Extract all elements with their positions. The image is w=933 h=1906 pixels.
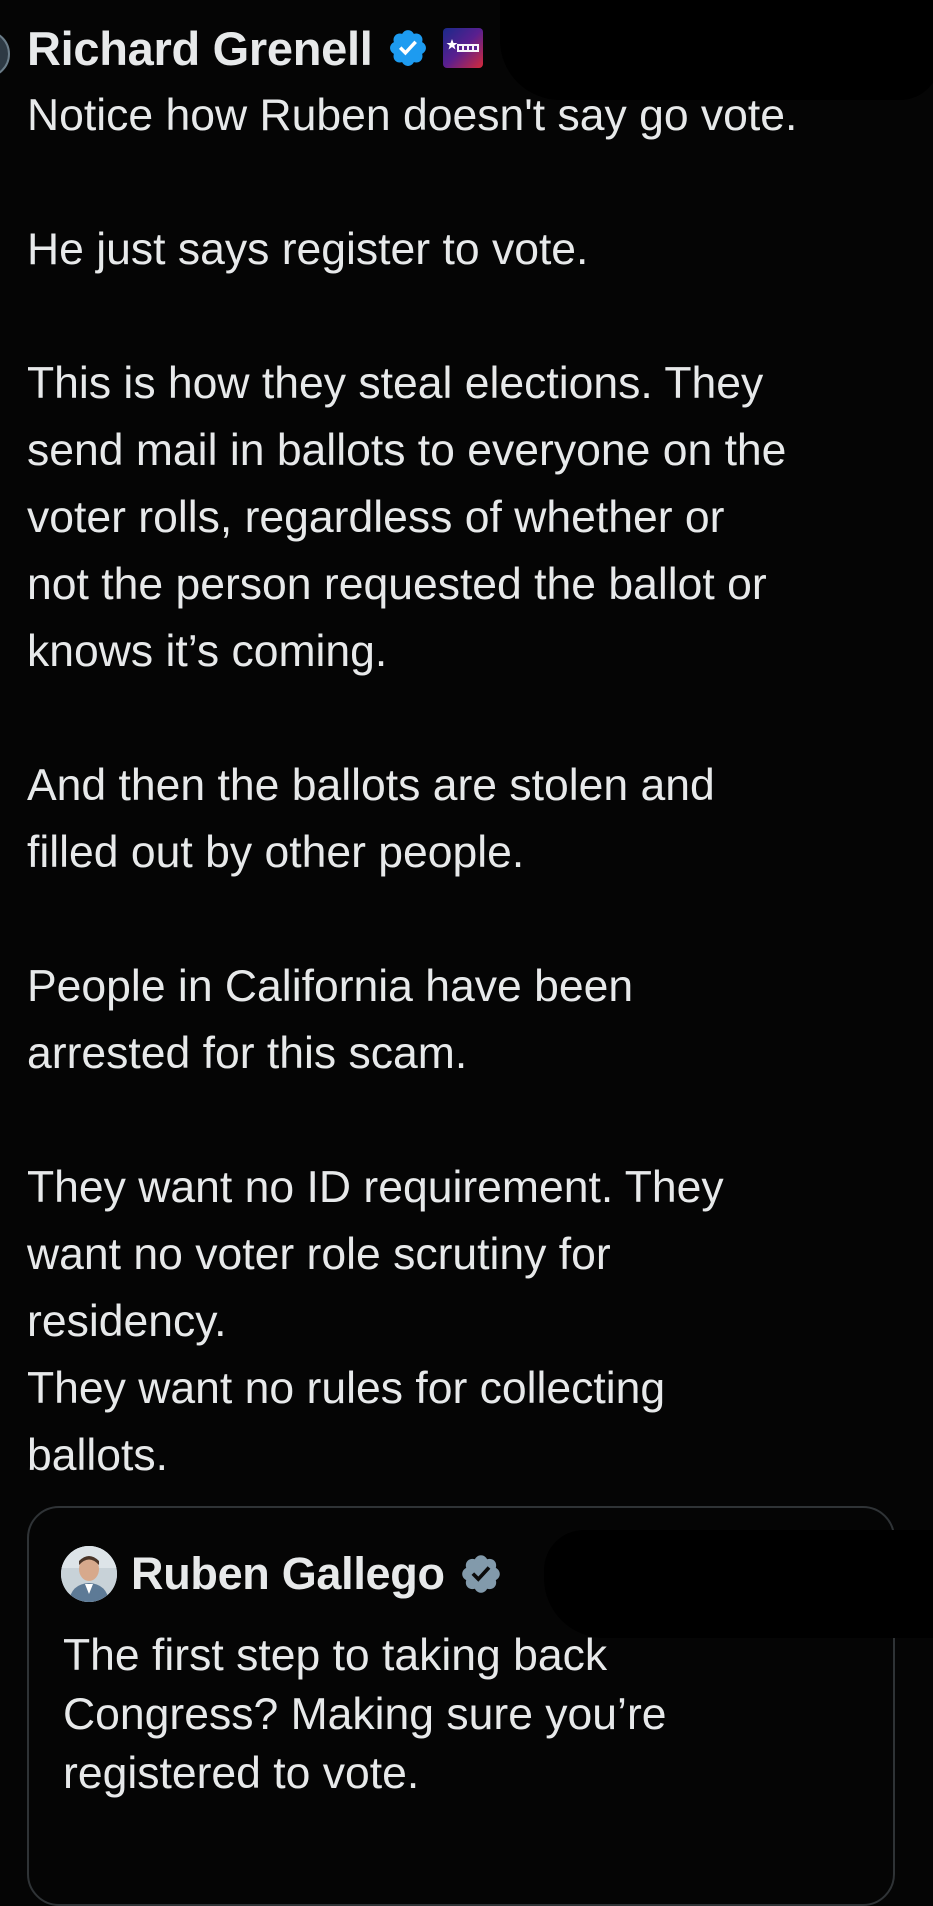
tweet-line: residency.	[27, 1297, 227, 1346]
quoted-author-name[interactable]: Ruben Gallego	[131, 1548, 445, 1600]
tweet-line: This is how they steal elections. They	[27, 359, 764, 408]
verified-badge-icon[interactable]	[459, 1552, 503, 1596]
tweet-line: ballots.	[27, 1431, 168, 1480]
quoted-tweet-card[interactable]: Ruben Gallego The first step to taking b…	[27, 1506, 933, 1906]
quoted-tweet-line: Congress? Making sure you’re	[63, 1690, 667, 1739]
tweet-line: People in California have been	[27, 962, 634, 1011]
redaction-mark	[544, 1530, 933, 1638]
tweet-line: They want no rules for collecting	[27, 1364, 666, 1413]
tweet-line: filled out by other people.	[27, 828, 525, 877]
tweet-paragraph: This is how they steal elections. They s…	[27, 350, 907, 685]
verified-badge-icon[interactable]	[387, 27, 429, 69]
quoted-tweet-header: Ruben Gallego	[61, 1544, 503, 1604]
author-avatar[interactable]	[0, 30, 10, 78]
tweet-paragraph: Notice how Ruben doesn't say go vote.	[27, 82, 907, 149]
tweet-line: Notice how Ruben doesn't say go vote.	[27, 91, 798, 140]
cpac-badge-icon[interactable]	[442, 28, 483, 68]
tweet-line: He just says register to vote.	[27, 225, 589, 274]
tweet-paragraph: People in California have been arrested …	[27, 953, 907, 1087]
tweet-line: send mail in ballots to everyone on the	[27, 426, 787, 475]
tweet-paragraph: He just says register to vote.	[27, 216, 907, 283]
tweet-line: arrested for this scam.	[27, 1029, 468, 1078]
tweet-header: Richard Grenell	[27, 18, 483, 78]
tweet-line: knows it’s coming.	[27, 627, 388, 676]
quoted-author-avatar[interactable]	[61, 1546, 117, 1602]
tweet-line: And then the ballots are stolen and	[27, 761, 715, 810]
quoted-tweet-line: registered to vote.	[63, 1749, 420, 1798]
tweet-line: They want no ID requirement. They	[27, 1163, 724, 1212]
tweet-paragraph: They want no ID requirement. They want n…	[27, 1154, 907, 1489]
tweet-line: not the person requested the ballot or	[27, 560, 767, 609]
quoted-tweet-text: The first step to taking back Congress? …	[63, 1626, 863, 1803]
quoted-tweet-line: The first step to taking back	[63, 1631, 608, 1680]
tweet-line: voter rolls, regardless of whether or	[27, 493, 725, 542]
tweet-paragraph: And then the ballots are stolen and fill…	[27, 752, 907, 886]
tweet-line: want no voter role scrutiny for	[27, 1230, 611, 1279]
tweet-text: Notice how Ruben doesn't say go vote. He…	[27, 82, 907, 1489]
author-name[interactable]: Richard Grenell	[27, 21, 373, 76]
